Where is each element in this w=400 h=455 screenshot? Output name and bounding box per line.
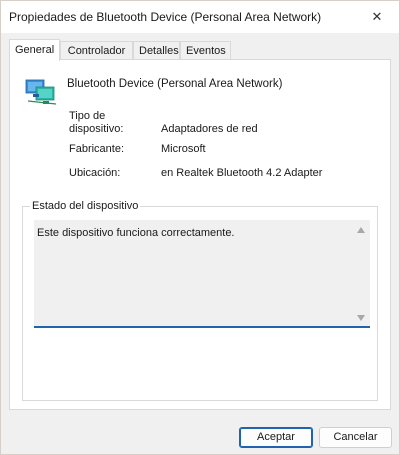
close-button[interactable]: ✕ <box>355 1 399 33</box>
tab-label: Eventos <box>186 45 226 57</box>
device-type-label: Tipo de dispositivo: <box>69 110 124 135</box>
accept-button[interactable]: Aceptar <box>239 427 313 448</box>
accept-button-label: Aceptar <box>257 431 295 443</box>
tab-eventos[interactable]: Eventos <box>180 41 231 59</box>
cancel-button-label: Cancelar <box>333 431 378 443</box>
network-adapter-icon <box>25 79 57 105</box>
tab-label: Controlador <box>67 45 126 57</box>
manufacturer-label: Fabricante: <box>69 143 125 155</box>
close-icon: ✕ <box>371 9 383 24</box>
title-bar: Propiedades de Bluetooth Device (Persona… <box>1 1 399 33</box>
location-value: en Realtek Bluetooth 4.2 Adapter <box>161 167 323 179</box>
status-textbox[interactable]: Este dispositivo funciona correctamente. <box>34 220 370 328</box>
scroll-up-arrow-icon[interactable] <box>357 227 365 233</box>
tab-label: General <box>15 44 55 56</box>
device-name: Bluetooth Device (Personal Area Network) <box>67 78 283 90</box>
tab-controlador[interactable]: Controlador <box>60 41 133 59</box>
location-label: Ubicación: <box>69 167 121 179</box>
general-tab-panel: Bluetooth Device (Personal Area Network)… <box>9 59 391 410</box>
scroll-down-arrow-icon[interactable] <box>357 315 365 321</box>
tab-general[interactable]: General <box>9 39 60 61</box>
window-title: Propiedades de Bluetooth Device (Persona… <box>9 10 322 24</box>
manufacturer-value: Microsoft <box>161 143 206 155</box>
status-scrollbar[interactable] <box>355 224 367 323</box>
properties-dialog: Propiedades de Bluetooth Device (Persona… <box>0 0 400 455</box>
tab-detalles[interactable]: Detalles <box>133 41 180 59</box>
tab-label: Detalles <box>139 45 179 57</box>
device-status-label: Estado del dispositivo <box>30 200 141 212</box>
device-status-group: Estado del dispositivo Este dispositivo … <box>22 200 378 401</box>
cancel-button[interactable]: Cancelar <box>319 427 392 448</box>
status-text: Este dispositivo funciona correctamente. <box>37 227 235 239</box>
tab-strip: General Controlador Detalles Eventos <box>9 39 391 61</box>
device-type-value: Adaptadores de red <box>161 123 258 135</box>
